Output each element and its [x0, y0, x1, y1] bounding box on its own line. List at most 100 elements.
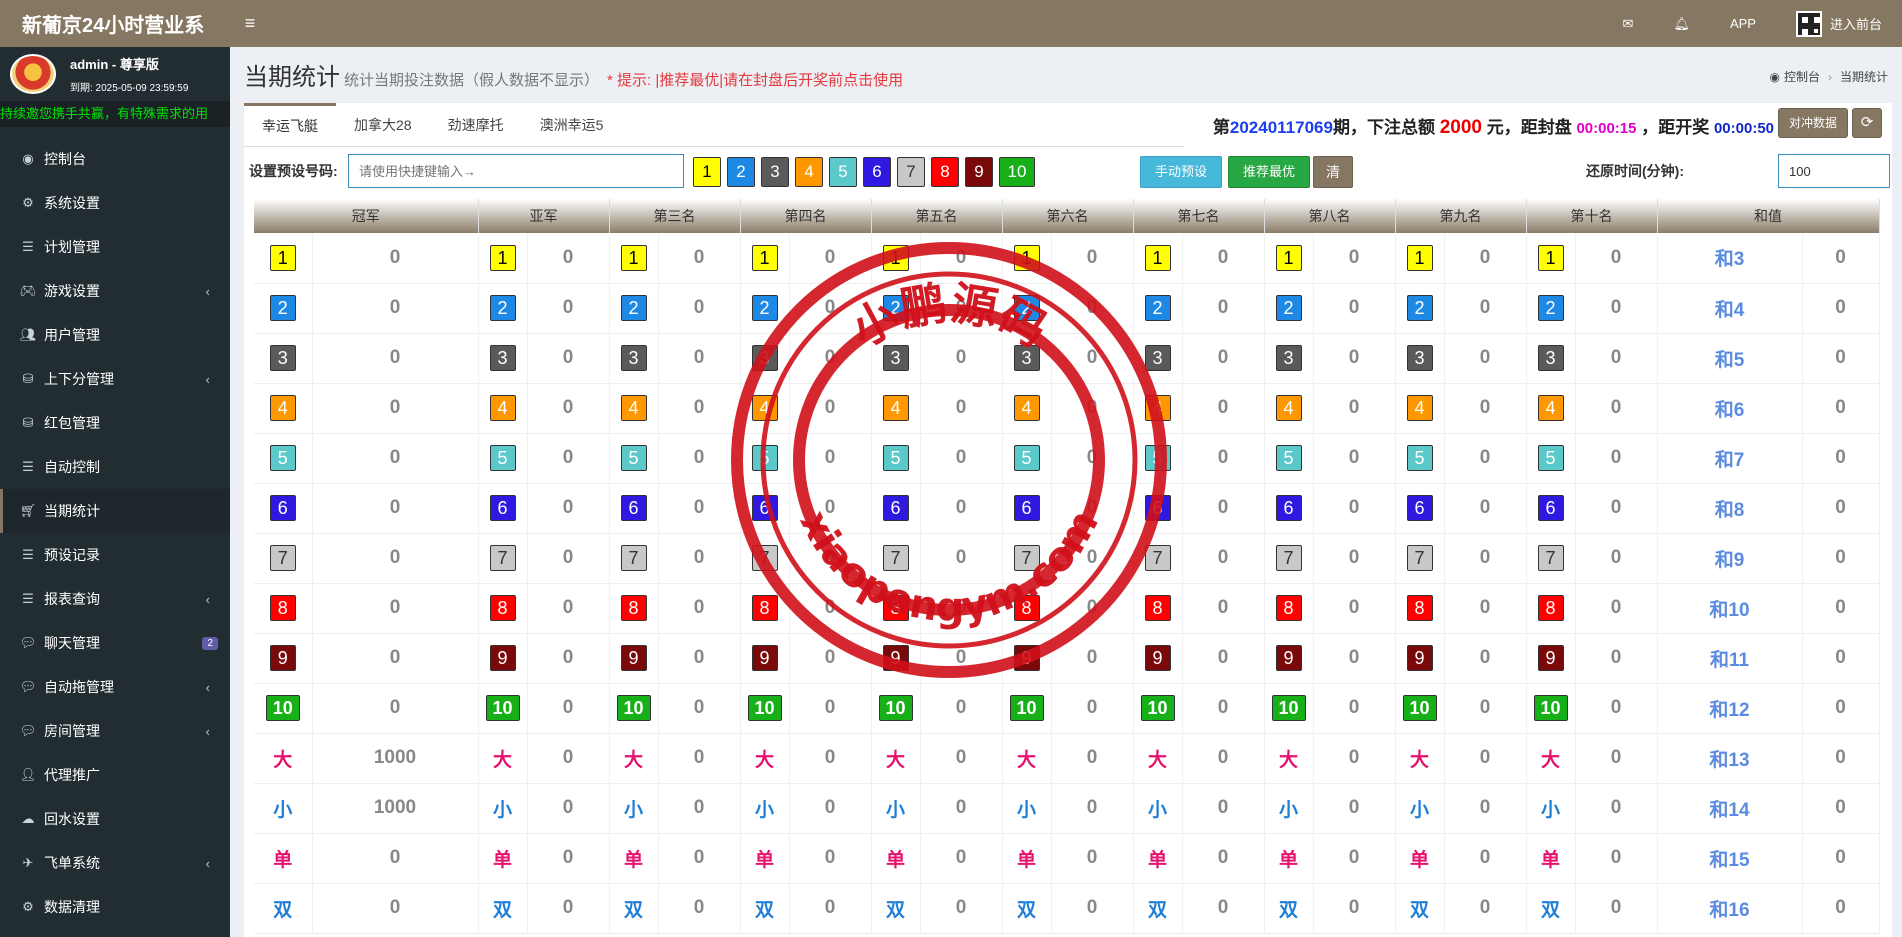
sum-label[interactable]: 和12 — [1709, 700, 1749, 721]
sum-label[interactable]: 和6 — [1715, 400, 1745, 421]
number-ball[interactable]: 1 — [1144, 244, 1171, 271]
number-ball[interactable]: 9 — [269, 645, 296, 671]
number-ball[interactable]: 6 — [882, 495, 909, 521]
number-ball[interactable]: 6 — [1406, 495, 1433, 521]
bet-category[interactable]: 单 — [755, 850, 774, 871]
number-ball[interactable]: 10 — [1402, 695, 1437, 721]
sidebar-item-14[interactable]: 👤︎ 代理推广 — [0, 753, 230, 797]
number-ball[interactable]: 5 — [489, 445, 516, 471]
number-ball[interactable]: 6 — [751, 495, 778, 521]
bet-category[interactable]: 小 — [1541, 800, 1560, 821]
number-ball[interactable]: 1 — [751, 244, 778, 271]
quick-number-4[interactable]: 4 — [795, 157, 823, 187]
recommend-best-button[interactable]: 推荐最优 — [1228, 156, 1310, 188]
number-ball[interactable]: 9 — [489, 645, 516, 671]
number-ball[interactable]: 8 — [751, 595, 778, 621]
quick-number-10[interactable]: 10 — [999, 157, 1035, 187]
number-ball[interactable]: 3 — [1406, 345, 1433, 371]
number-ball[interactable]: 5 — [620, 445, 647, 471]
clear-button[interactable]: 清 — [1313, 156, 1353, 188]
number-ball[interactable]: 4 — [882, 395, 909, 421]
quick-number-1[interactable]: 1 — [693, 157, 721, 187]
number-ball[interactable]: 9 — [1406, 645, 1433, 671]
bet-category[interactable]: 小 — [273, 800, 292, 821]
bet-category[interactable]: 大 — [755, 750, 774, 771]
sidebar-item-17[interactable]: ⚙ 数据清理 — [0, 885, 230, 929]
sum-label[interactable]: 和11 — [1710, 650, 1749, 671]
tab-speed-moto[interactable]: 劲速摩托 — [430, 103, 522, 146]
number-ball[interactable]: 1 — [1013, 244, 1040, 271]
quick-number-7[interactable]: 7 — [897, 157, 925, 187]
number-ball[interactable]: 6 — [269, 495, 296, 521]
number-ball[interactable]: 10 — [1009, 695, 1044, 721]
sum-label[interactable]: 和16 — [1709, 900, 1749, 921]
bet-category[interactable]: 单 — [273, 850, 292, 871]
number-ball[interactable]: 3 — [269, 345, 296, 371]
number-ball[interactable]: 2 — [1275, 295, 1302, 321]
sum-label[interactable]: 和4 — [1715, 300, 1745, 321]
sidebar-item-9[interactable]: ☰ 预设记录 — [0, 533, 230, 577]
number-ball[interactable]: 6 — [1144, 495, 1171, 521]
number-ball[interactable]: 8 — [1406, 595, 1433, 621]
bet-category[interactable]: 大 — [886, 750, 905, 771]
number-ball[interactable]: 4 — [751, 395, 778, 421]
number-ball[interactable]: 4 — [620, 395, 647, 421]
envelope-icon[interactable]: ✉ — [1603, 0, 1654, 47]
number-ball[interactable]: 4 — [489, 395, 516, 421]
bet-category[interactable]: 小 — [1148, 800, 1167, 821]
bet-category[interactable]: 单 — [624, 850, 643, 871]
bet-category[interactable]: 双 — [755, 900, 774, 921]
number-ball[interactable]: 10 — [616, 695, 651, 721]
number-ball[interactable]: 10 — [1271, 695, 1306, 721]
sum-label[interactable]: 和8 — [1715, 500, 1745, 521]
quick-number-5[interactable]: 5 — [829, 157, 857, 187]
number-ball[interactable]: 6 — [1275, 495, 1302, 521]
bet-category[interactable]: 大 — [1410, 750, 1429, 771]
number-ball[interactable]: 2 — [269, 295, 296, 321]
number-ball[interactable]: 8 — [489, 595, 516, 621]
bet-category[interactable]: 小 — [886, 800, 905, 821]
bet-category[interactable]: 双 — [624, 900, 643, 921]
bet-category[interactable]: 单 — [1017, 850, 1036, 871]
number-ball[interactable]: 1 — [1537, 244, 1564, 271]
number-ball[interactable]: 8 — [882, 595, 909, 621]
number-ball[interactable]: 4 — [1406, 395, 1433, 421]
number-ball[interactable]: 5 — [882, 445, 909, 471]
number-ball[interactable]: 10 — [265, 695, 300, 721]
bet-category[interactable]: 双 — [493, 900, 512, 921]
quick-number-3[interactable]: 3 — [761, 157, 789, 187]
sidebar-item-8[interactable]: 🛒︎ 当期统计 — [0, 489, 230, 533]
bet-category[interactable]: 双 — [1148, 900, 1167, 921]
number-ball[interactable]: 7 — [1013, 545, 1040, 571]
number-ball[interactable]: 3 — [489, 345, 516, 371]
quick-number-6[interactable]: 6 — [863, 157, 891, 187]
bet-category[interactable]: 大 — [1148, 750, 1167, 771]
sidebar-item-1[interactable]: ⚙ 系统设置 — [0, 181, 230, 225]
app-logo[interactable]: 新葡京24小时营业系 — [0, 9, 230, 38]
sidebar-item-6[interactable]: ⛁ 红包管理 — [0, 401, 230, 445]
preset-input[interactable] — [348, 154, 684, 188]
number-ball[interactable]: 4 — [1144, 395, 1171, 421]
tab-australia-lucky5[interactable]: 澳洲幸运5 — [522, 103, 622, 146]
number-ball[interactable]: 3 — [620, 345, 647, 371]
bet-category[interactable]: 单 — [493, 850, 512, 871]
number-ball[interactable]: 10 — [485, 695, 520, 721]
number-ball[interactable]: 4 — [269, 395, 296, 421]
compare-data-button[interactable]: 对冲数据 — [1777, 108, 1848, 138]
number-ball[interactable]: 8 — [1537, 595, 1564, 621]
number-ball[interactable]: 1 — [1406, 244, 1433, 271]
number-ball[interactable]: 5 — [751, 445, 778, 471]
bet-category[interactable]: 双 — [273, 900, 292, 921]
number-ball[interactable]: 8 — [269, 595, 296, 621]
sum-label[interactable]: 和3 — [1715, 249, 1745, 270]
number-ball[interactable]: 6 — [1013, 495, 1040, 521]
number-ball[interactable]: 4 — [1537, 395, 1564, 421]
number-ball[interactable]: 3 — [1275, 345, 1302, 371]
number-ball[interactable]: 7 — [1144, 545, 1171, 571]
number-ball[interactable]: 2 — [1406, 295, 1433, 321]
bet-category[interactable]: 大 — [1017, 750, 1036, 771]
bet-category[interactable]: 双 — [1017, 900, 1036, 921]
number-ball[interactable]: 7 — [489, 545, 516, 571]
number-ball[interactable]: 3 — [882, 345, 909, 371]
number-ball[interactable]: 7 — [1275, 545, 1302, 571]
